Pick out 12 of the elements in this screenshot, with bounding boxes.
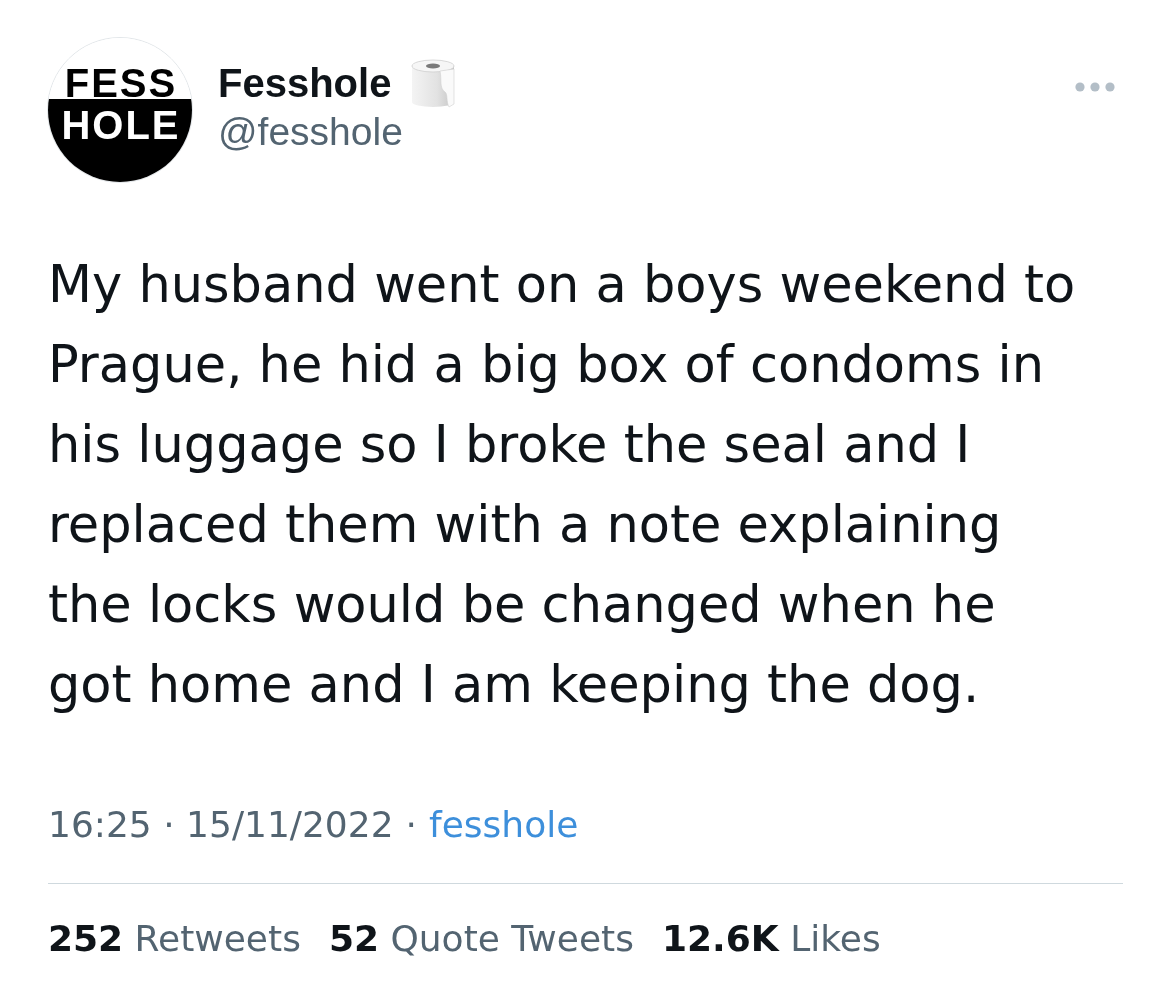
separator: · [405, 803, 418, 847]
logo-text: HOLE [60, 110, 181, 140]
display-name[interactable]: Fesshole [218, 59, 392, 107]
timestamp[interactable]: 16:25 · 15/11/2022 [48, 800, 394, 850]
tweet-text: My husband went on a boys weekend to Prague, he hid a big box of condoms in his luggage so I broke the seal and I replaced them with a note explaining the locks would be changed when he got home and I am keeping the dog. [48, 254, 1077, 716]
stat-link[interactable]: 12.6K Likes [662, 914, 881, 964]
user-handle[interactable]: @fesshole [218, 108, 460, 156]
stat-link[interactable]: 252 Retweets [48, 914, 301, 964]
stat-link[interactable]: 52 Quote Tweets [328, 914, 634, 964]
logo-text: FESS [63, 68, 178, 98]
more-options-icon[interactable] [1075, 82, 1115, 92]
avatar[interactable]: FESS HOLE [47, 37, 193, 183]
